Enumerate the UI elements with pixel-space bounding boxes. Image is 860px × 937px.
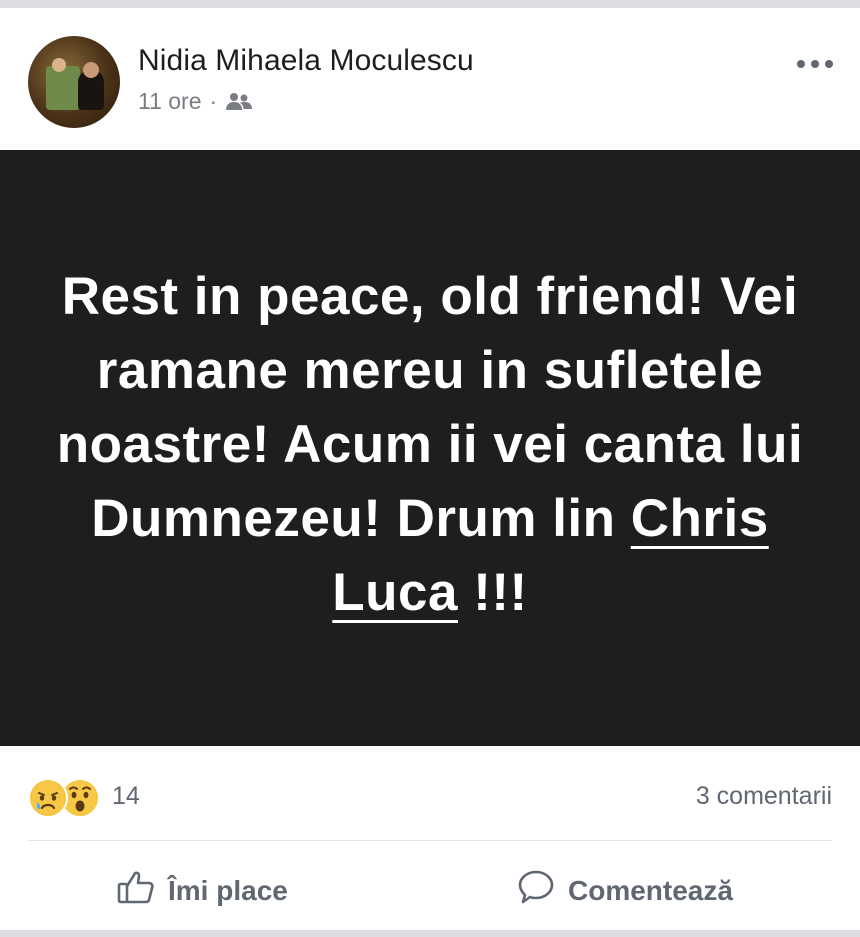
post-message-part-2: !!! (458, 563, 528, 622)
comment-label: Comentează (568, 874, 733, 906)
speech-bubble-icon (516, 867, 556, 914)
top-separator (0, 0, 860, 8)
post-actions-bar: Îmi place Comentează (0, 841, 860, 930)
reactions-bar: 14 3 comentarii (0, 746, 860, 842)
friends-icon[interactable] (225, 91, 253, 113)
comment-button[interactable]: Comentează (516, 867, 733, 914)
reaction-icons[interactable] (28, 778, 100, 818)
post-header: Nidia Mihaela Moculescu 11 ore · (0, 8, 860, 150)
like-label: Îmi place (168, 874, 288, 906)
comments-count-link[interactable]: 3 comentarii (696, 782, 832, 811)
thumbs-up-icon (116, 867, 156, 914)
like-button[interactable]: Îmi place (116, 867, 288, 914)
post-meta: 11 ore · (138, 88, 253, 115)
reaction-count[interactable]: 14 (112, 782, 140, 811)
post-timestamp[interactable]: 11 ore (138, 88, 202, 115)
post-message: Rest in peace, old friend! Vei ramane me… (30, 260, 830, 630)
bottom-separator (0, 930, 860, 937)
author-name[interactable]: Nidia Mihaela Moculescu (138, 44, 474, 78)
post-text-banner: Rest in peace, old friend! Vei ramane me… (0, 150, 860, 746)
facebook-post-card: Nidia Mihaela Moculescu 11 ore · Rest in… (0, 0, 860, 937)
more-options-icon[interactable] (790, 52, 840, 76)
sad-reaction-icon[interactable] (28, 778, 68, 818)
author-avatar[interactable] (28, 36, 120, 128)
meta-separator: · (209, 88, 218, 114)
